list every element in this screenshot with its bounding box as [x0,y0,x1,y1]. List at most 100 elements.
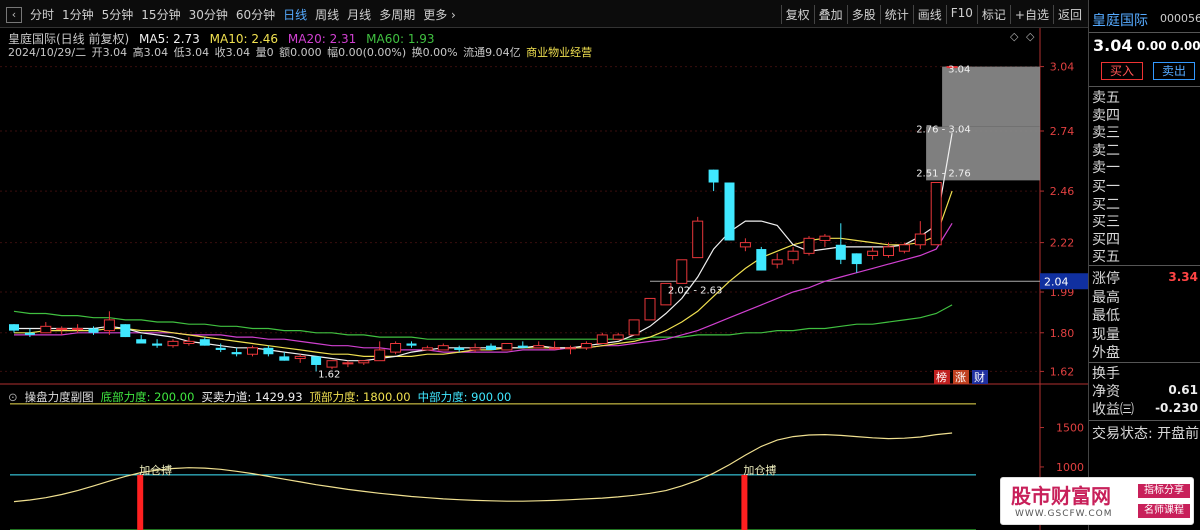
info-industry[interactable]: 商业物业经营 [526,46,592,59]
trade-status: 交易状态: 开盘前 [1092,426,1200,442]
sub-param-middle: 中部力度: 900.00 [417,390,512,404]
back-arrow-icon[interactable]: ‹ [6,6,22,23]
news-badge: 财 [974,370,985,384]
candle [120,324,131,338]
tool-button-4[interactable]: 画线 [912,5,946,24]
candle [390,341,402,355]
candle [739,238,751,252]
candle-body [88,328,99,333]
price-tick-label: 2.22 [1050,237,1075,250]
candle [803,236,815,256]
period-tab-1[interactable]: 1分钟 [62,6,94,23]
tool-button-6[interactable]: 标记 [976,5,1010,24]
period-tab-2[interactable]: 5分钟 [102,6,134,23]
candle-body [676,259,688,284]
price-annotation: 2.51 - 2.76 [916,168,971,179]
candle-body [708,169,719,183]
candle [231,347,242,357]
candle-body [739,242,751,248]
tool-button-1[interactable]: 叠加 [813,5,847,24]
candle-body [486,345,496,350]
limit-up-label: 涨停 [1092,271,1120,287]
info-close: 收3.04 [214,46,251,59]
candle-body [851,253,862,265]
candle-body [644,297,656,321]
candle-body [930,182,942,246]
sub-param-top: 顶部力度: 1800.00 [309,390,411,404]
candle-body [565,347,576,350]
expand-diamond-icon: ◇ [1010,30,1019,43]
sub-param-bottom: 底部力度: 200.00 [100,390,195,404]
price-annotation: 1.62 [318,369,340,380]
watermark-tag-indicators: 指标分享 [1138,484,1190,498]
candle-body [120,324,131,338]
candle-body [374,349,386,362]
ma10-line [14,190,953,357]
tool-button-7[interactable]: +自选 [1009,5,1053,24]
nav-label: 净资 [1092,384,1120,400]
candle [676,259,688,284]
quote-stat-0: 最高 [1092,290,1120,306]
candle [9,324,19,333]
candle [183,337,195,346]
sub-axis-label: 1500 [1056,422,1084,435]
target-zone-1 [942,66,1040,127]
candle-body [390,343,402,353]
candle [612,332,624,340]
bid-level-5: 买五 [1092,249,1120,266]
quote-panel: 皇庭国际 000056 3.04 0.00 0.00% 买入 卖出 涨停 3.3… [1088,0,1200,530]
info-open: 开3.04 [91,46,128,59]
period-tab-4[interactable]: 30分钟 [189,6,228,23]
sub-chart-toggle-icon[interactable]: ⊙ [8,390,18,404]
tool-button-0[interactable]: 复权 [780,5,814,24]
candle-body [263,347,274,355]
price-tick-label: 1.80 [1050,327,1075,340]
info-amp: 幅0.00(0.00%) [327,46,407,59]
tool-button-3[interactable]: 统计 [879,5,913,24]
quote-stat-3: 外盘 [1092,345,1120,362]
tool-button-5[interactable]: F10 [945,5,977,24]
info-high: 高3.04 [132,46,169,59]
period-tab-5[interactable]: 60分钟 [236,6,275,23]
sell-button[interactable]: 卖出 [1153,62,1195,80]
candle-body [612,334,624,340]
ohlc-info-line: 2024/10/29/二 开3.04 高3.04 低3.04 收3.04 量0 … [8,44,594,60]
period-tab-7[interactable]: 周线 [315,6,339,23]
price-tick-label: 1.62 [1050,365,1075,378]
news-badge: 涨 [955,371,966,384]
candle-body [406,343,417,346]
news-badge: 榜 [936,370,947,384]
candle [199,337,210,346]
period-tab-3[interactable]: 15分钟 [141,6,180,23]
info-volume: 量0 [255,46,274,59]
period-tab-9[interactable]: 多周期 [379,6,415,23]
period-tab-0[interactable]: 分时 [30,6,54,23]
buy-button[interactable]: 买入 [1101,62,1143,80]
candle [549,341,561,350]
candle [787,246,799,265]
candle [819,234,831,247]
tool-button-8[interactable]: 返回 [1052,5,1086,24]
ask-level-1: 卖一 [1092,160,1120,177]
candle-body [136,339,147,344]
candle-body [501,343,513,351]
kline-chart[interactable]: 3.042.742.462.221.991.801.622.041.622.02… [0,28,1088,530]
nav-value: 0.61 [1168,383,1198,397]
candle-body [692,220,704,259]
candle-body [311,356,322,365]
tool-button-2[interactable]: 多股 [846,5,880,24]
candle [708,169,719,192]
price-tick-label: 2.46 [1050,185,1075,198]
watermark-title: 股市财富网 [1011,484,1111,508]
candle [501,343,513,351]
period-tab-6[interactable]: 日线 [283,6,307,23]
candle-body [549,347,561,350]
period-tab-8[interactable]: 月线 [347,6,371,23]
price-tick-label: 2.74 [1050,125,1075,138]
period-tab-10[interactable]: 更多 › [423,6,456,23]
site-watermark: 股市财富网 WWW.GSCFW.COM 指标分享 名师课程 [1000,477,1194,525]
candle-body [24,332,35,335]
candle [167,339,179,348]
candle [628,319,640,336]
candle-body [294,355,306,360]
